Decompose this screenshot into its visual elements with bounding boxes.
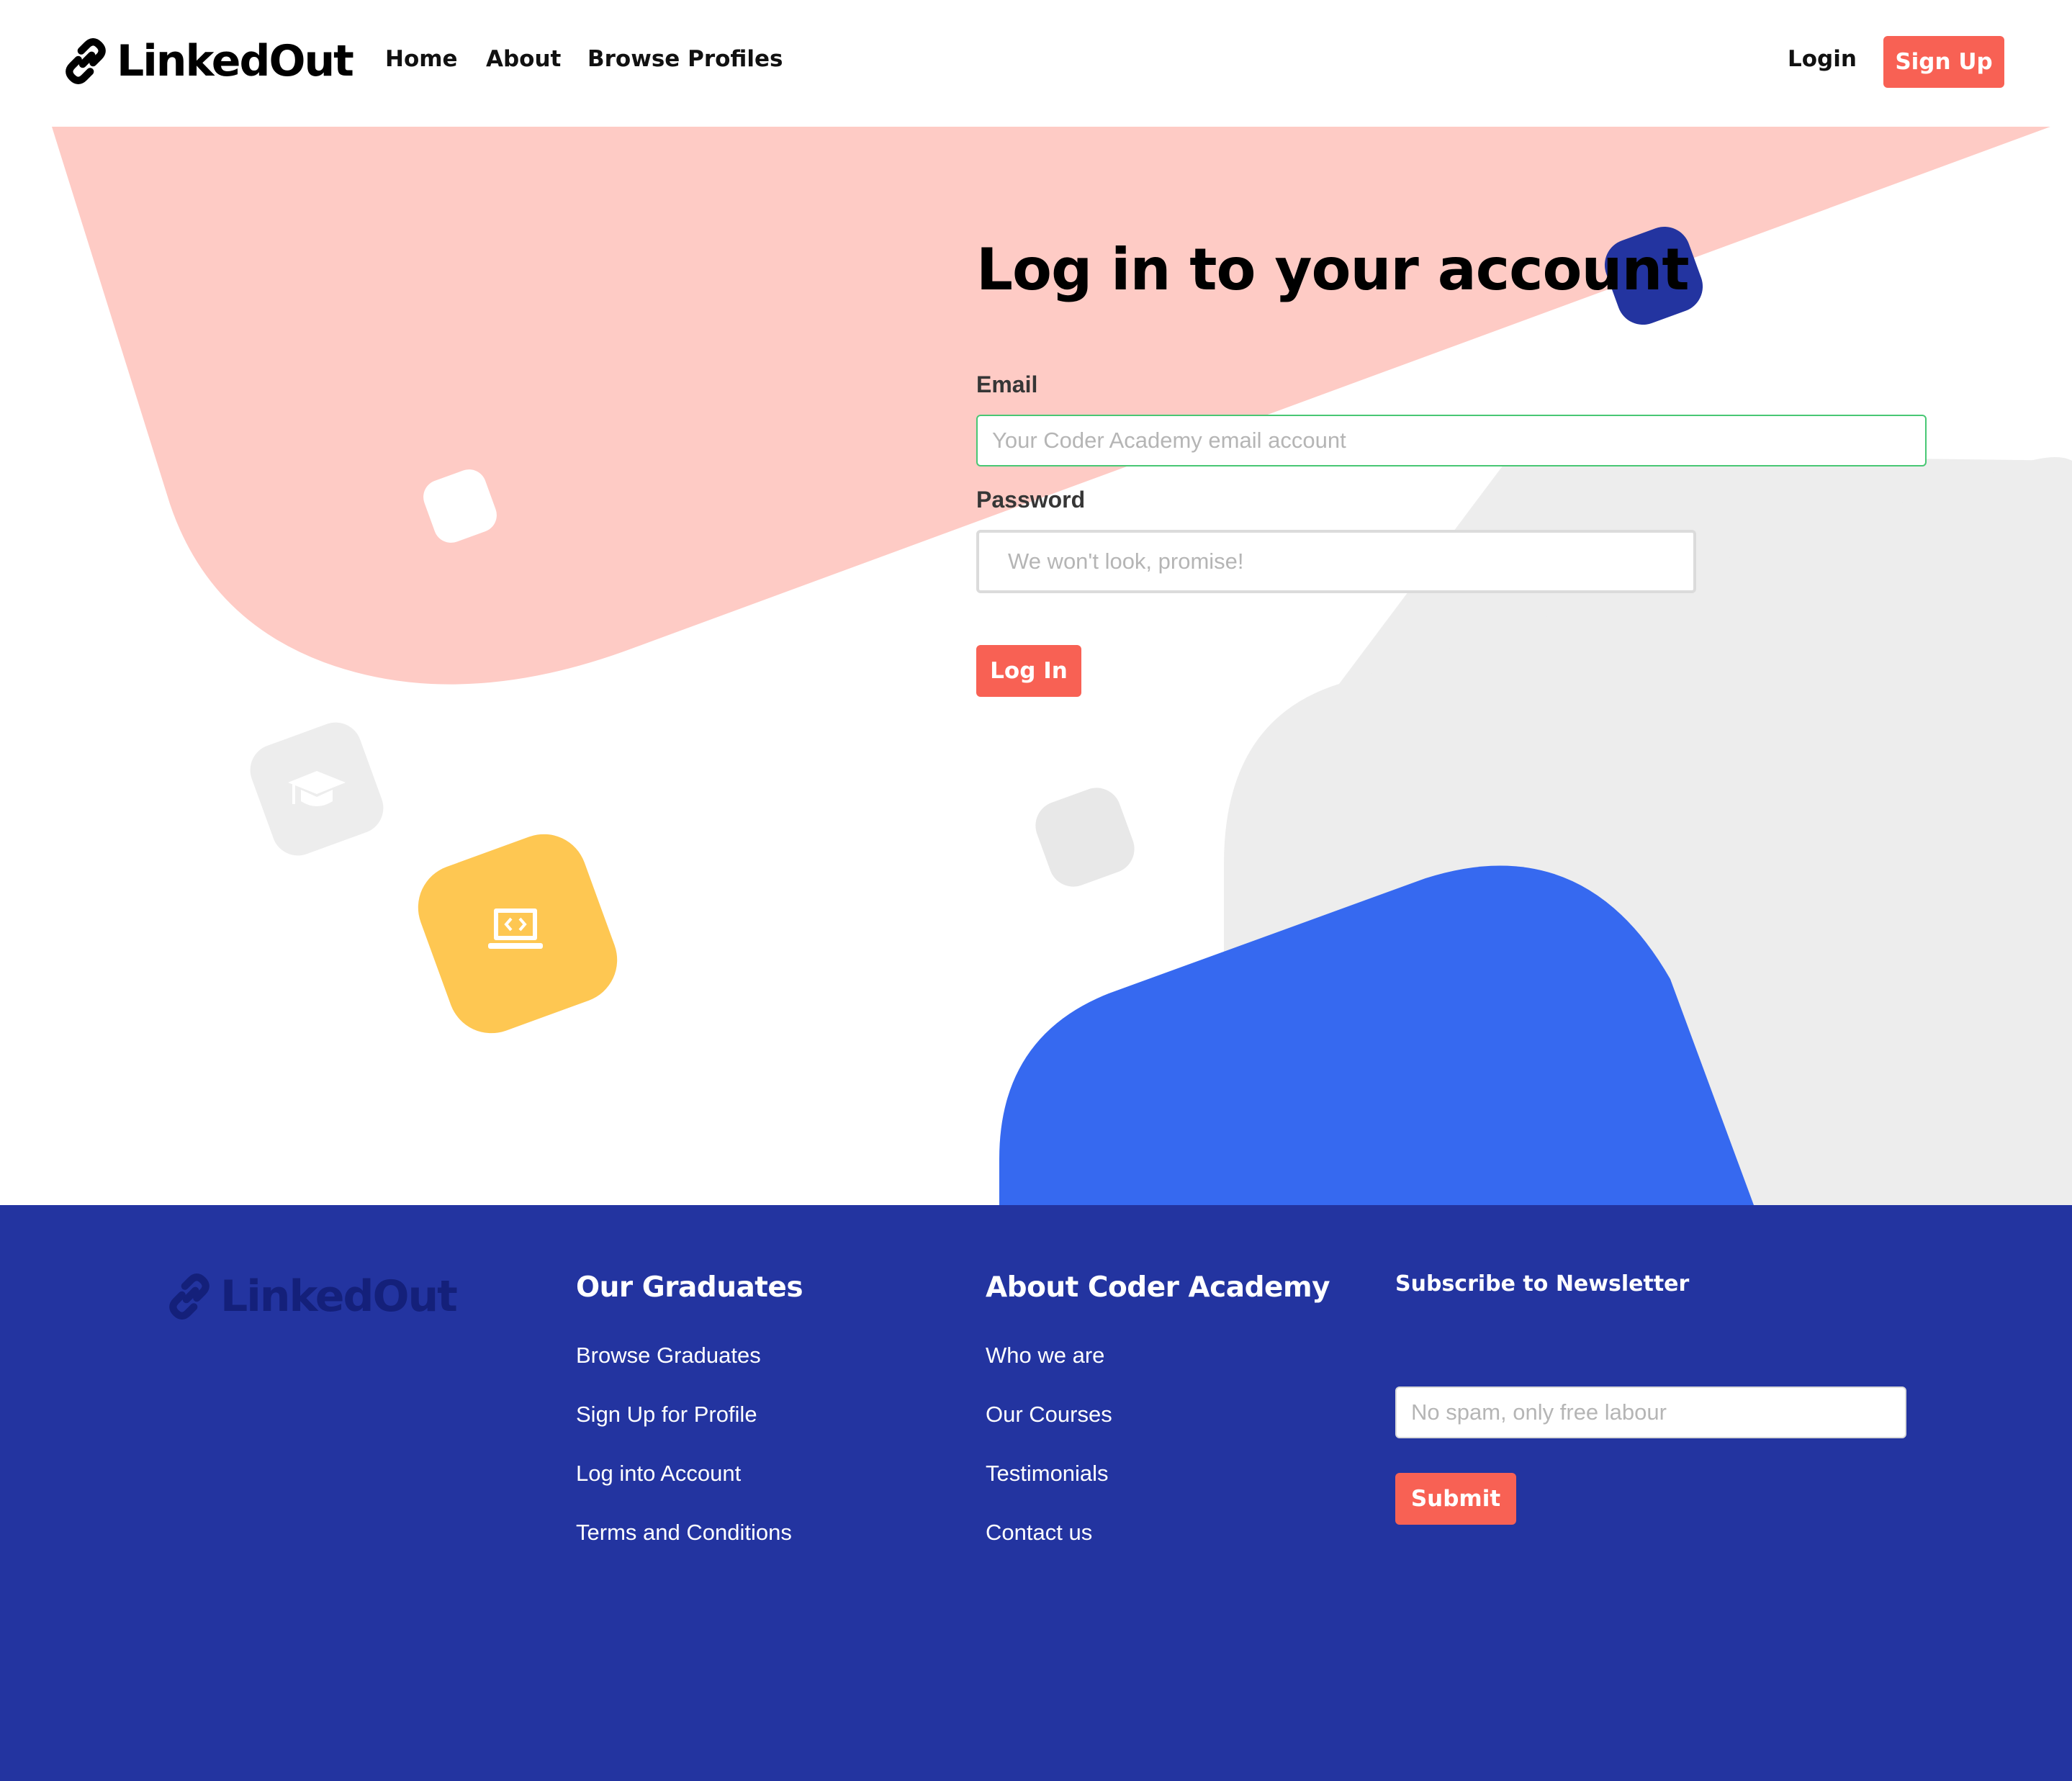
footer-brand-name: LinkedOut: [220, 1271, 458, 1322]
background-shapes: [52, 127, 2072, 1205]
footer-link-who-we-are[interactable]: Who we are: [986, 1343, 1104, 1368]
nav-signup-button[interactable]: Sign Up: [1883, 36, 2004, 88]
footer-link-our-courses[interactable]: Our Courses: [986, 1402, 1112, 1427]
footer-link-browse-graduates[interactable]: Browse Graduates: [576, 1343, 761, 1368]
footer-about-column: About Coder Academy Who we are Our Cours…: [986, 1271, 1330, 1579]
email-field[interactable]: [976, 415, 1927, 466]
brand-name: LinkedOut: [117, 36, 354, 86]
nav-link-about[interactable]: About: [486, 46, 561, 72]
graduation-cap-icon: [285, 765, 348, 815]
footer-brand-logo: LinkedOut: [166, 1271, 458, 1322]
login-button[interactable]: Log In: [976, 645, 1081, 697]
link-icon: [169, 1273, 210, 1320]
footer-link-sign-up-profile[interactable]: Sign Up for Profile: [576, 1402, 757, 1427]
footer-graduates-heading: Our Graduates: [576, 1271, 803, 1304]
laptop-code-icon: [484, 904, 547, 956]
login-page: LinkedOut Home About Browse Profiles Log…: [0, 0, 2072, 1781]
page-title: Log in to your account: [976, 236, 1690, 303]
gray-small-square: [1035, 788, 1135, 887]
footer-link-testimonials[interactable]: Testimonials: [986, 1461, 1109, 1486]
password-field[interactable]: [976, 530, 1696, 593]
footer-about-links: Who we are Our Courses Testimonials Cont…: [986, 1343, 1330, 1579]
email-label: Email: [976, 371, 1038, 397]
footer-graduates-links: Browse Graduates Sign Up for Profile Log…: [576, 1343, 803, 1579]
newsletter-heading: Subscribe to Newsletter: [1395, 1271, 1690, 1297]
footer-link-contact-us[interactable]: Contact us: [986, 1520, 1092, 1545]
newsletter-email-field[interactable]: [1395, 1387, 1906, 1438]
newsletter-form: Subscribe to Newsletter Submit: [1395, 1271, 1914, 1530]
navbar: LinkedOut Home About Browse Profiles Log…: [0, 0, 2072, 127]
newsletter-submit-button[interactable]: Submit: [1395, 1473, 1516, 1525]
footer-link-terms[interactable]: Terms and Conditions: [576, 1520, 792, 1545]
login-form: Log in to your account Email Password Lo…: [976, 230, 1934, 697]
nav-link-home[interactable]: Home: [385, 46, 458, 72]
footer-graduates-column: Our Graduates Browse Graduates Sign Up f…: [576, 1271, 803, 1579]
password-label: Password: [976, 487, 1086, 513]
footer-about-heading: About Coder Academy: [986, 1271, 1330, 1304]
nav-link-browse-profiles[interactable]: Browse Profiles: [587, 46, 783, 72]
nav-login-link[interactable]: Login: [1788, 46, 1857, 72]
brand-logo[interactable]: LinkedOut: [62, 36, 354, 86]
footer: LinkedOut Our Graduates Browse Graduates…: [0, 1205, 2072, 1781]
link-icon: [66, 38, 106, 84]
footer-link-log-into-account[interactable]: Log into Account: [576, 1461, 741, 1486]
